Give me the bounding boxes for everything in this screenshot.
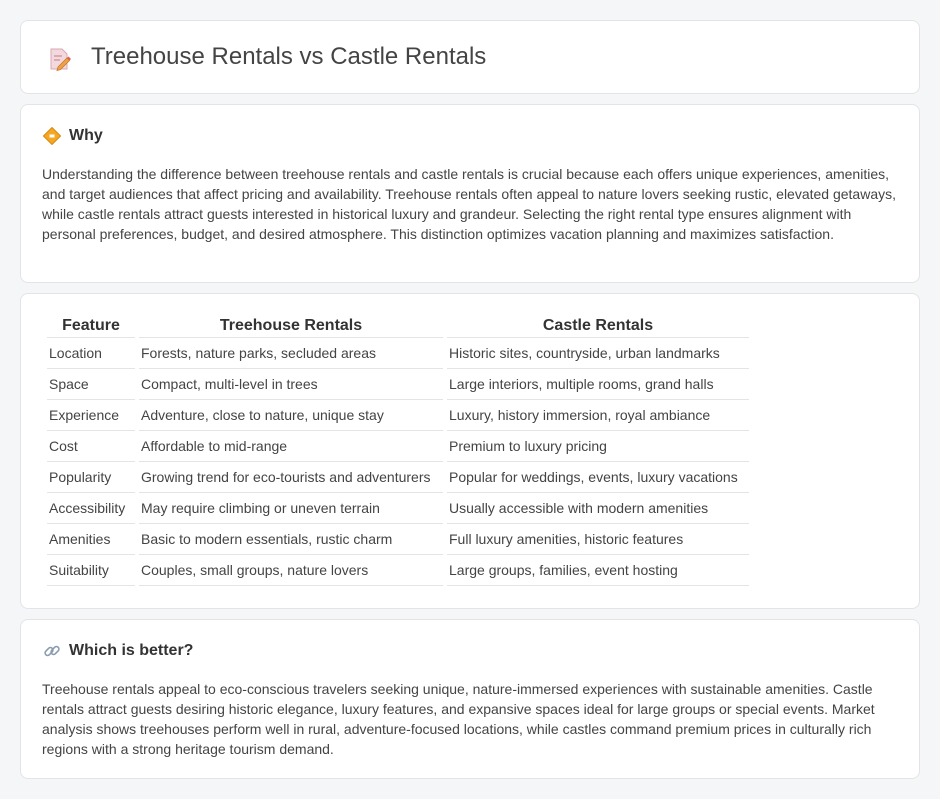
why-text: Understanding the difference between tre… (42, 166, 897, 242)
treehouse-cell: May require climbing or uneven terrain (139, 493, 443, 524)
table-row: Amenities Basic to modern essentials, ru… (47, 524, 749, 555)
castle-cell: Luxury, history immersion, royal ambianc… (447, 400, 749, 431)
column-header-castle: Castle Rentals (447, 314, 749, 338)
table-row: Accessibility May require climbing or un… (47, 493, 749, 524)
feature-cell: Popularity (47, 462, 135, 493)
feature-cell: Cost (47, 431, 135, 462)
castle-cell: Popular for weddings, events, luxury vac… (447, 462, 749, 493)
castle-cell: Historic sites, countryside, urban landm… (447, 338, 749, 369)
treehouse-cell: Growing trend for eco-tourists and adven… (139, 462, 443, 493)
table-row: Popularity Growing trend for eco-tourist… (47, 462, 749, 493)
why-section: Why Understanding the difference between… (20, 104, 920, 283)
better-text: Treehouse rentals appeal to eco-consciou… (42, 681, 875, 757)
treehouse-cell: Couples, small groups, nature lovers (139, 555, 443, 586)
castle-cell: Large groups, families, event hosting (447, 555, 749, 586)
page-title: Treehouse Rentals vs Castle Rentals (91, 43, 487, 70)
document-pencil-icon (50, 48, 71, 72)
table-header-row: Feature Treehouse Rentals Castle Rentals (47, 314, 749, 338)
feature-cell: Experience (47, 400, 135, 431)
feature-cell: Amenities (47, 524, 135, 555)
feature-cell: Suitability (47, 555, 135, 586)
column-header-treehouse: Treehouse Rentals (139, 314, 443, 338)
treehouse-cell: Forests, nature parks, secluded areas (139, 338, 443, 369)
header-card: Treehouse Rentals vs Castle Rentals (20, 20, 920, 94)
castle-cell: Premium to luxury pricing (447, 431, 749, 462)
feature-cell: Accessibility (47, 493, 135, 524)
treehouse-cell: Basic to modern essentials, rustic charm (139, 524, 443, 555)
comparison-table: Feature Treehouse Rentals Castle Rentals… (43, 314, 753, 586)
diamond-sign-icon (43, 127, 61, 145)
castle-cell: Usually accessible with modern amenities (447, 493, 749, 524)
table-row: Space Compact, multi-level in trees Larg… (47, 369, 749, 400)
treehouse-cell: Affordable to mid-range (139, 431, 443, 462)
better-heading-row: Which is better? (43, 642, 193, 660)
table-row: Location Forests, nature parks, secluded… (47, 338, 749, 369)
link-icon (44, 645, 60, 657)
why-heading: Why (69, 127, 103, 144)
treehouse-cell: Adventure, close to nature, unique stay (139, 400, 443, 431)
column-header-feature: Feature (47, 314, 135, 338)
which-is-better-section: Which is better? Treehouse rentals appea… (20, 619, 920, 779)
feature-cell: Location (47, 338, 135, 369)
better-heading: Which is better? (69, 642, 194, 659)
why-heading-row: Why (43, 127, 103, 145)
comparison-card: Feature Treehouse Rentals Castle Rentals… (20, 293, 920, 609)
castle-cell: Full luxury amenities, historic features (447, 524, 749, 555)
treehouse-cell: Compact, multi-level in trees (139, 369, 443, 400)
table-row: Cost Affordable to mid-range Premium to … (47, 431, 749, 462)
table-row: Experience Adventure, close to nature, u… (47, 400, 749, 431)
table-row: Suitability Couples, small groups, natur… (47, 555, 749, 586)
feature-cell: Space (47, 369, 135, 400)
castle-cell: Large interiors, multiple rooms, grand h… (447, 369, 749, 400)
